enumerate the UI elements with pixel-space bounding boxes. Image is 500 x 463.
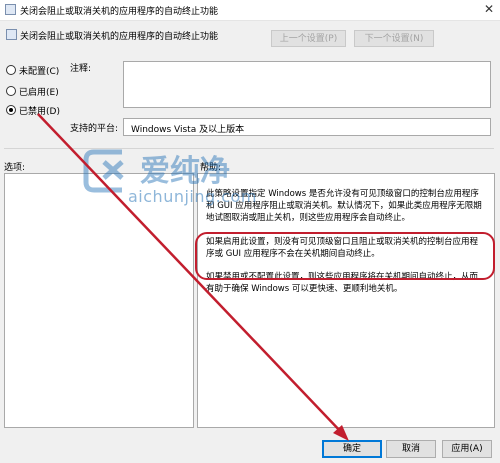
arrow-annotation <box>37 113 349 441</box>
